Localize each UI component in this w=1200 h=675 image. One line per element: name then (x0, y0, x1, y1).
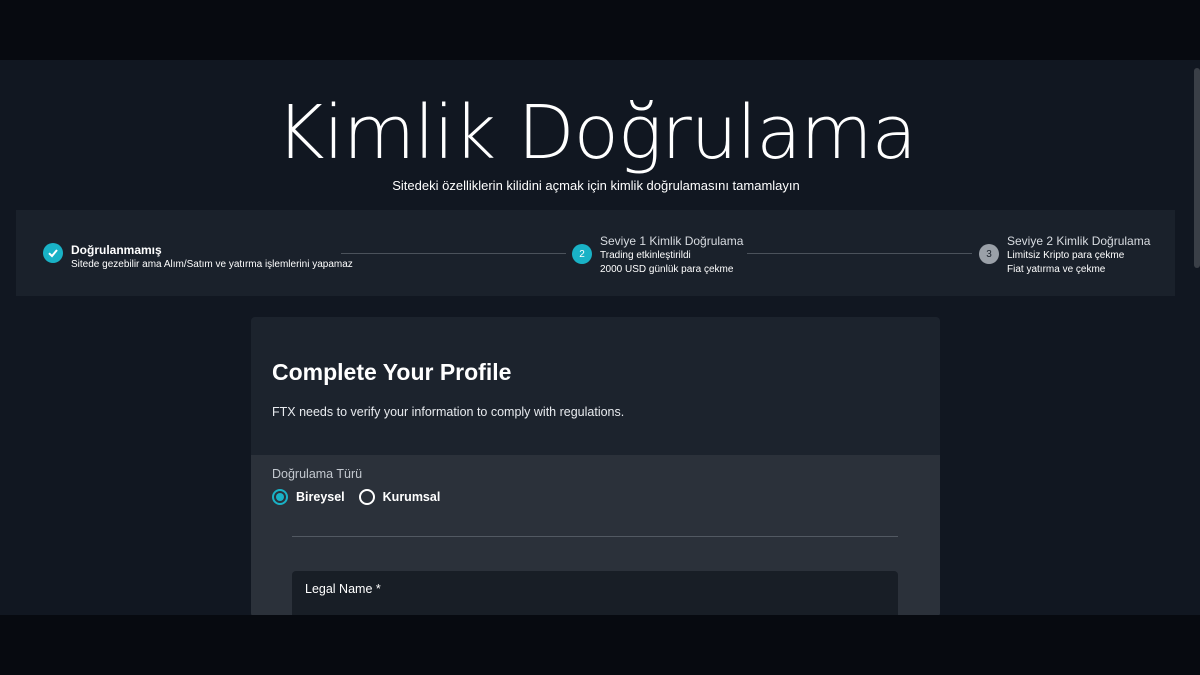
step-connector (341, 253, 566, 254)
step-number-badge: 3 (979, 244, 999, 264)
step-description: Trading etkinleştirildi (600, 250, 691, 261)
divider (292, 536, 898, 537)
step-unverified: Doğrulanmamış Sitede gezebilir ama Alım/… (43, 243, 353, 272)
step-description: Limitsiz Kripto para çekme (1007, 250, 1125, 261)
page-title: Kimlik Doğrulama (276, 90, 917, 176)
step-title: Seviye 1 Kimlik Doğrulama (600, 234, 744, 248)
scrollbar[interactable] (1194, 68, 1200, 268)
verification-stepper: Doğrulanmamış Sitede gezebilir ama Alım/… (16, 210, 1175, 296)
radio-checked-icon[interactable] (272, 489, 288, 505)
verification-type-label: Doğrulama Türü (272, 467, 363, 481)
page-subtitle: Sitedeki özelliklerin kilidini açmak içi… (392, 178, 800, 193)
step-description: Sitede gezebilir ama Alım/Satım ve yatır… (71, 259, 353, 270)
legal-name-label: Legal Name * (305, 582, 381, 596)
radio-label[interactable]: Kurumsal (383, 490, 441, 504)
step-description: Fiat yatırma ve çekme (1007, 264, 1106, 275)
step-connector (747, 253, 972, 254)
step-title: Doğrulanmamış (71, 243, 162, 257)
step-description: 2000 USD günlük para çekme (600, 264, 734, 275)
check-icon (43, 243, 63, 263)
step-level-1: 2 Seviye 1 Kimlik Doğrulama Trading etki… (572, 234, 743, 277)
step-level-2: 3 Seviye 2 Kimlik Doğrulama Limitsiz Kri… (979, 234, 1150, 277)
radio-unchecked-icon[interactable] (358, 489, 375, 505)
radio-corporate[interactable]: Kurumsal (358, 489, 441, 505)
profile-form: Doğrulama Türü Bireysel Kurumsal Legal N… (251, 455, 940, 615)
kyc-page: Kimlik Doğrulama Sitedeki özelliklerin k… (0, 60, 1200, 615)
profile-title: Complete Your Profile (272, 359, 512, 385)
legal-name-field[interactable]: Legal Name * (292, 571, 898, 615)
verification-type-group: Bireysel Kurumsal (272, 489, 454, 505)
radio-label[interactable]: Bireysel (296, 490, 345, 504)
radio-individual[interactable]: Bireysel (272, 489, 345, 505)
step-number-badge: 2 (572, 244, 592, 264)
step-title: Seviye 2 Kimlik Doğrulama (1007, 234, 1151, 248)
profile-card: Complete Your Profile FTX needs to verif… (251, 317, 940, 615)
profile-description: FTX needs to verify your information to … (272, 405, 625, 419)
